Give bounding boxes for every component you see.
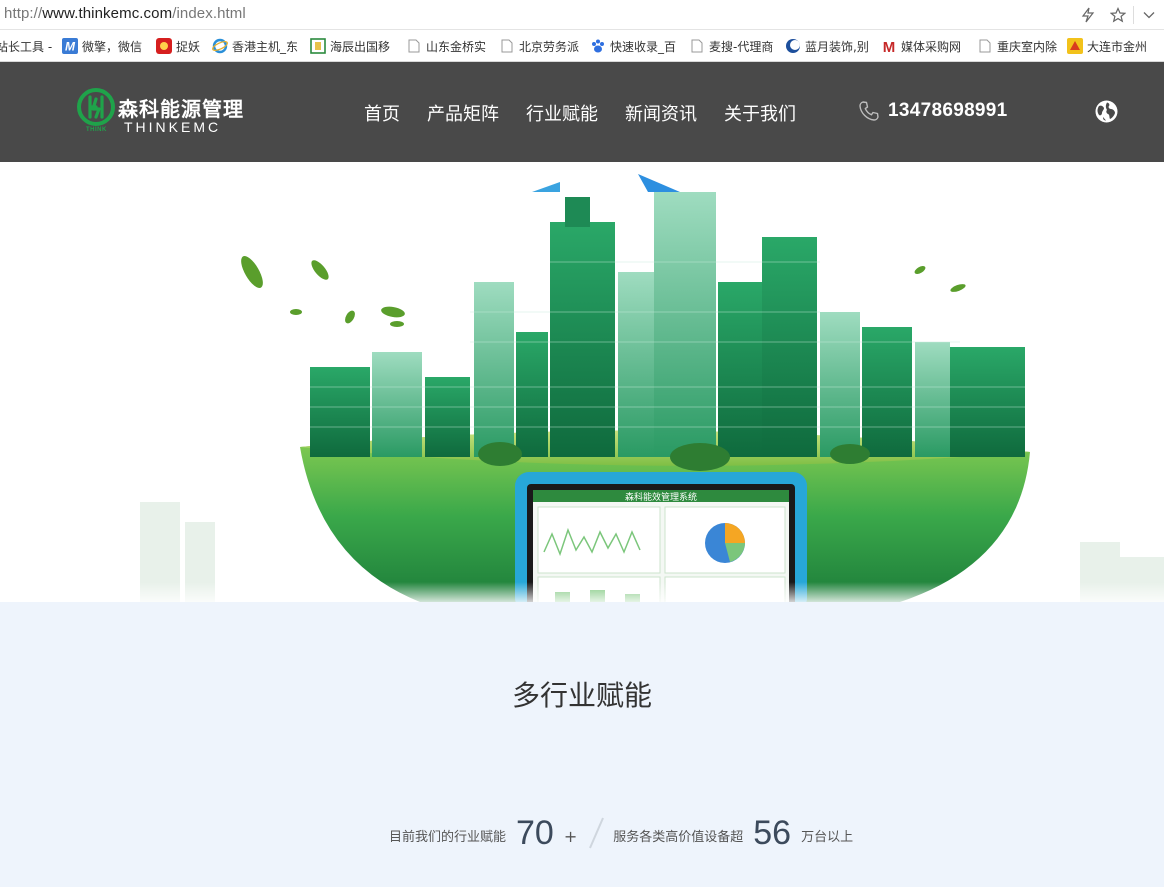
- url-host: www.thinkemc.com: [42, 5, 173, 22]
- bookmark-item[interactable]: 快速收录_百: [590, 31, 689, 61]
- bookmark-label: 微擎，微信: [82, 39, 143, 54]
- stat1-label: 目前我们的行业赋能: [389, 830, 507, 845]
- nav-industries[interactable]: 行业赋能: [526, 100, 598, 126]
- stat1-suffix: +: [563, 827, 578, 846]
- bookmark-item[interactable]: 山东金桥实: [406, 31, 499, 61]
- page-icon: [499, 38, 515, 54]
- phone-number: 13478698991: [888, 100, 1008, 121]
- bookmark-label: 重庆室内除: [997, 39, 1058, 54]
- star-icon[interactable]: [1103, 0, 1133, 30]
- bookmark-item[interactable]: 重庆室内除: [977, 31, 1067, 61]
- lightning-icon[interactable]: [1073, 0, 1103, 30]
- bookmark-label: 媒体采购网: [901, 39, 962, 54]
- stat2-suffix: 万台以上: [801, 830, 854, 845]
- bookmark-label: 站长工具 -: [0, 39, 53, 54]
- bookmark-item[interactable]: 站长工具 -: [0, 31, 62, 61]
- svg-text:M: M: [883, 39, 896, 54]
- bookmark-label: 大连市金州: [1087, 39, 1148, 54]
- bookmark-label: 山东金桥实: [426, 39, 487, 54]
- slash-divider: [589, 817, 605, 849]
- tablet-screen-title: 森科能效管理系统: [625, 491, 697, 503]
- logo-badge: THINK: [86, 127, 107, 133]
- globe-icon[interactable]: [1094, 99, 1119, 124]
- hero-banner: 森科能效管理系统: [0, 162, 1164, 602]
- bookmark-label: 香港主机_东: [232, 39, 299, 54]
- phone-icon: [859, 101, 879, 121]
- blue-moon-icon: [785, 38, 801, 54]
- m-logo-icon: M: [62, 38, 78, 54]
- bookmarks-bar: 站长工具 - M 微擎，微信 捉妖 香港主机_东 海辰出国移 山东金桥实 北京劳…: [0, 31, 1164, 62]
- nav-news[interactable]: 新闻资讯: [625, 100, 697, 126]
- nav-about[interactable]: 关于我们: [724, 100, 796, 126]
- bookmark-label: 蓝月装饰,别: [805, 39, 869, 54]
- bookmark-item[interactable]: 蓝月装饰,别: [785, 31, 881, 61]
- svg-text:M: M: [65, 40, 76, 54]
- chevron-down-icon[interactable]: [1134, 0, 1164, 30]
- url-path: /index.html: [172, 5, 246, 22]
- bookmark-label: 快速收录_百: [610, 39, 677, 54]
- bookmark-item[interactable]: 麦搜-代理商: [689, 31, 785, 61]
- ie-icon: [212, 38, 228, 54]
- stat2-label: 服务各类高价值设备超: [613, 830, 744, 845]
- bookmark-item[interactable]: 大连市金州: [1067, 31, 1164, 61]
- stat2-value: 56: [753, 814, 792, 852]
- page-icon: [689, 38, 705, 54]
- bookmark-label: 北京劳务派: [519, 39, 580, 54]
- section-title: 多行业赋能: [511, 679, 652, 712]
- site-header: THINK 森科能源管理 THINKEMC 首页 产品矩阵 行业赋能 新闻资讯 …: [0, 62, 1164, 162]
- site-logo[interactable]: THINK 森科能源管理 THINKEMC: [76, 87, 266, 139]
- page-icon: [406, 38, 422, 54]
- browser-address-bar: http://www.thinkemc.com/index.html: [0, 0, 1164, 30]
- stats-row: 目前我们的行业赋能 70 + 服务各类高价值设备超 56 万台以上: [389, 812, 853, 852]
- bookmark-item[interactable]: 北京劳务派: [499, 31, 590, 61]
- bookmark-item[interactable]: 海辰出国移: [310, 31, 406, 61]
- bookmark-item[interactable]: M 媒体采购网: [881, 31, 977, 61]
- baidu-paw-icon: [590, 38, 606, 54]
- bookmark-item[interactable]: M 微擎，微信: [62, 31, 150, 61]
- industry-section: 多行业赋能 目前我们的行业赋能 70 + 服务各类高价值设备超 56 万台以上: [0, 602, 1164, 887]
- city-illustration: 森科能效管理系统: [0, 174, 1164, 602]
- url-prefix: http://: [4, 5, 43, 22]
- red-badge-icon: [156, 38, 172, 54]
- bookmark-item[interactable]: 捉妖: [156, 31, 212, 61]
- nav-home[interactable]: 首页: [364, 100, 400, 126]
- nav-products[interactable]: 产品矩阵: [427, 100, 499, 126]
- bookmark-label: 麦搜-代理商: [709, 39, 774, 54]
- logo-chinese-text: 森科能源管理: [118, 97, 244, 121]
- page-icon: [977, 38, 993, 54]
- bookmark-label: 海辰出国移: [330, 39, 391, 54]
- m-red-icon: M: [881, 38, 897, 54]
- yellow-badge-icon: [1067, 38, 1083, 54]
- url-field[interactable]: http://www.thinkemc.com/index.html: [4, 5, 246, 22]
- bookmark-label: 捉妖: [176, 39, 201, 54]
- green-grid-icon: [310, 38, 326, 54]
- address-bar-actions: [1073, 0, 1164, 30]
- phone-contact[interactable]: 13478698991: [858, 100, 1008, 122]
- logo-english-text: THINKEMC: [124, 119, 222, 135]
- main-nav: 首页 产品矩阵 行业赋能 新闻资讯 关于我们: [364, 100, 823, 126]
- stat1-value: 70: [516, 814, 554, 852]
- bookmark-item[interactable]: 香港主机_东: [212, 31, 310, 61]
